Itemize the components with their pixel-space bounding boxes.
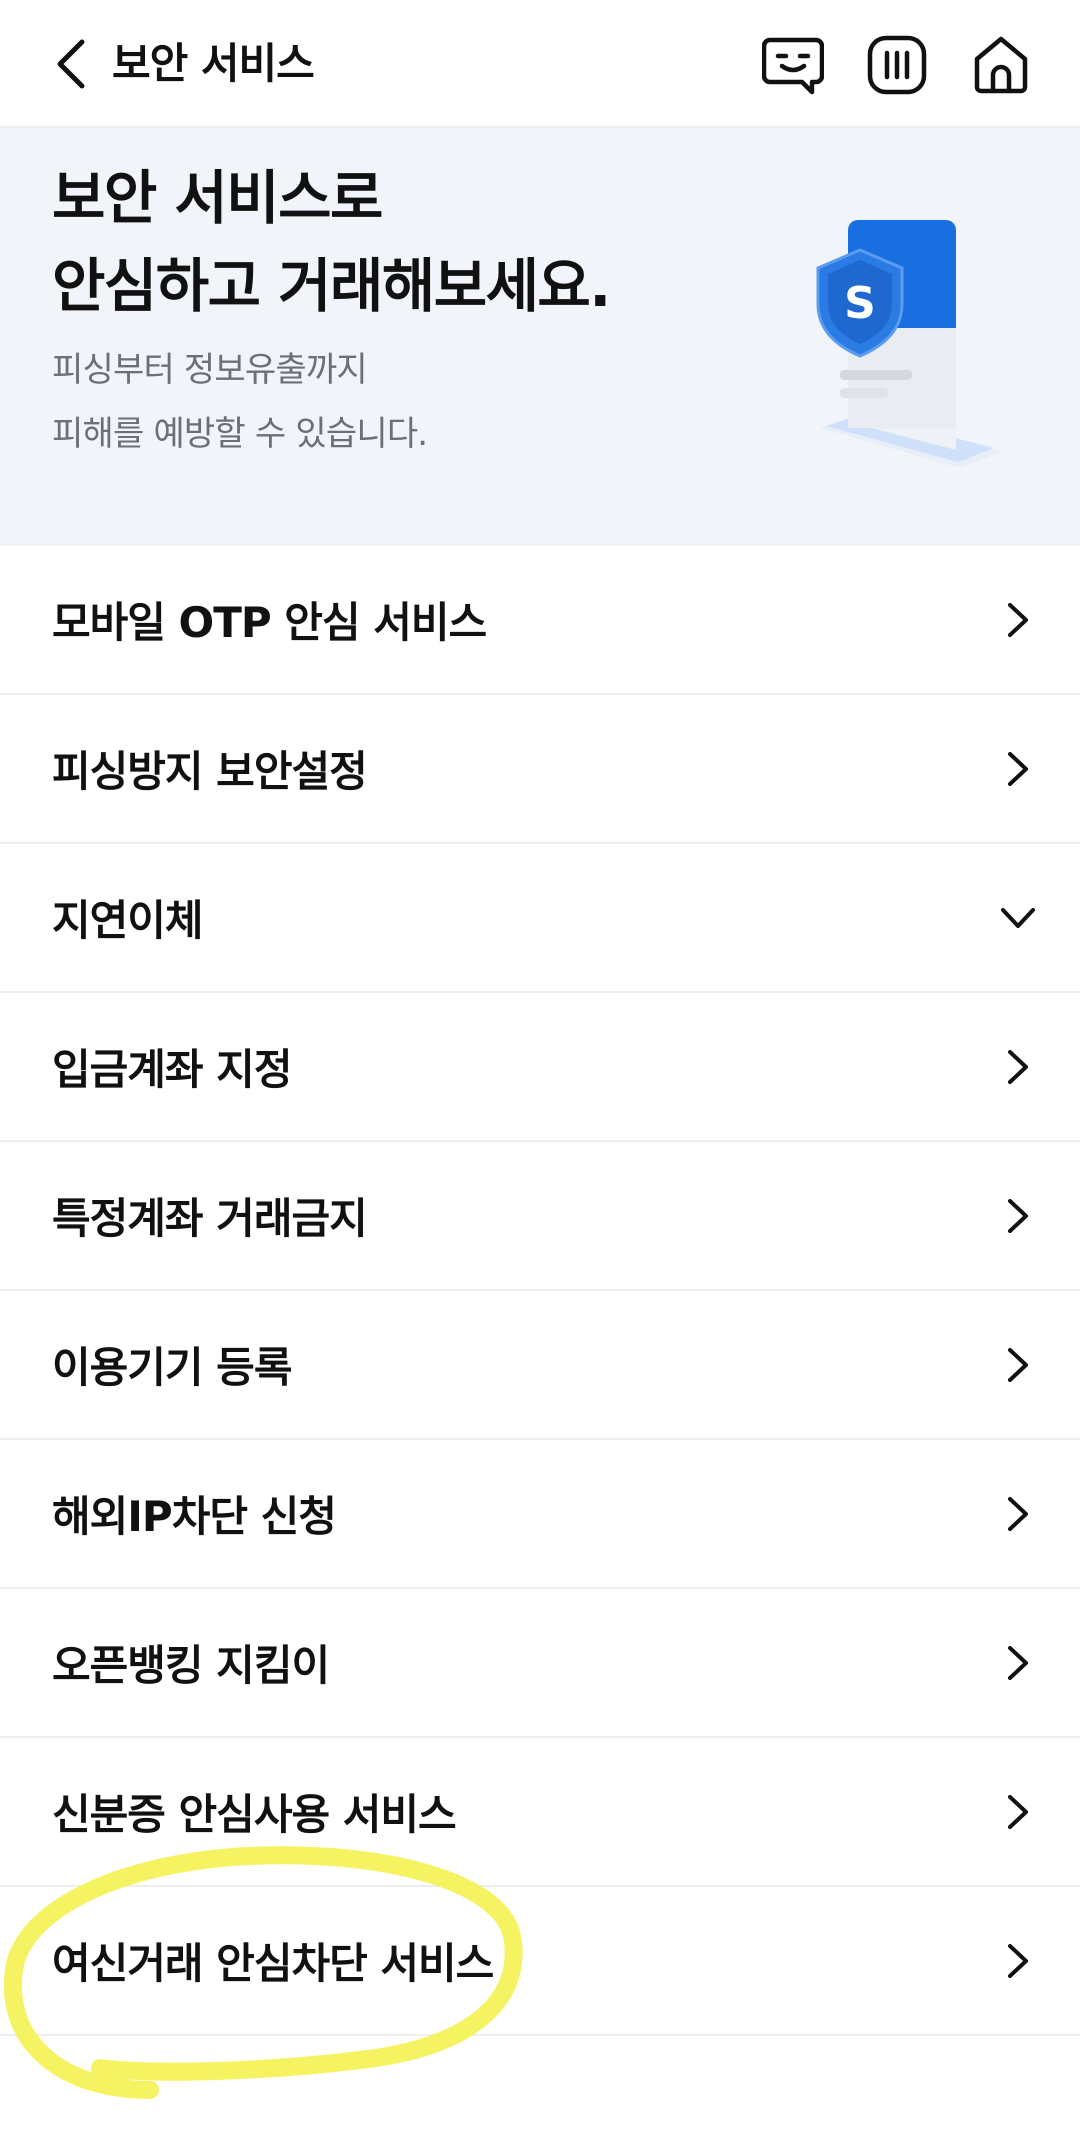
menu-item-label: 모바일 OTP 안심 서비스 bbox=[52, 598, 487, 647]
menu-item-overseas-ip-block[interactable]: 해외IP차단 신청 bbox=[0, 1440, 1080, 1589]
menu-item-label: 해외IP차단 신청 bbox=[52, 1492, 337, 1541]
chevron-right-icon bbox=[994, 1043, 1042, 1091]
chevron-right-icon bbox=[994, 1192, 1042, 1240]
home-button[interactable] bbox=[966, 30, 1036, 100]
chatbot-icon bbox=[762, 37, 824, 95]
chevron-right-icon bbox=[994, 1490, 1042, 1538]
home-icon bbox=[974, 36, 1028, 94]
all-menu-button[interactable] bbox=[862, 30, 932, 100]
menu-item-device-registration[interactable]: 이용기기 등록 bbox=[0, 1291, 1080, 1440]
menu-item-designated-deposit-account[interactable]: 입금계좌 지정 bbox=[0, 993, 1080, 1142]
menu-icon bbox=[867, 35, 927, 95]
menu-item-phishing-prevention[interactable]: 피싱방지 보안설정 bbox=[0, 695, 1080, 844]
menu-item-label: 특정계좌 거래금지 bbox=[52, 1194, 368, 1243]
menu-item-label: 입금계좌 지정 bbox=[52, 1045, 292, 1094]
menu-item-credit-transaction-block[interactable]: 여신거래 안심차단 서비스 bbox=[0, 1887, 1080, 2036]
shield-letter: S bbox=[844, 278, 876, 329]
hero-desc-line-1: 피싱부터 정보유출까지 bbox=[52, 350, 368, 390]
chatbot-button[interactable] bbox=[758, 30, 828, 100]
chevron-right-icon bbox=[994, 1639, 1042, 1687]
back-button[interactable] bbox=[40, 30, 104, 98]
hero-desc-line-2: 피해를 예방할 수 있습니다. bbox=[52, 414, 428, 454]
menu-item-label: 이용기기 등록 bbox=[52, 1343, 292, 1392]
hero-title: 보안 서비스로 안심하고 거래해보세요. bbox=[52, 154, 611, 330]
menu-item-label: 신분증 안심사용 서비스 bbox=[52, 1790, 457, 1839]
menu-item-mobile-otp[interactable]: 모바일 OTP 안심 서비스 bbox=[0, 546, 1080, 695]
chevron-down-icon bbox=[994, 894, 1042, 942]
chevron-right-icon bbox=[994, 1937, 1042, 1985]
page-title: 보안 서비스 bbox=[112, 39, 315, 88]
hero-title-line-1: 보안 서비스로 bbox=[52, 164, 383, 232]
shield-phone-illustration: S bbox=[816, 220, 1000, 468]
top-app-bar: 보안 서비스 bbox=[0, 0, 1080, 128]
menu-item-account-transaction-block[interactable]: 특정계좌 거래금지 bbox=[0, 1142, 1080, 1291]
chevron-right-icon bbox=[994, 1341, 1042, 1389]
chevron-right-icon bbox=[994, 1788, 1042, 1836]
security-menu-list: 모바일 OTP 안심 서비스 피싱방지 보안설정 지연이체 입금계좌 지정 특정… bbox=[0, 546, 1080, 2036]
hero-description: 피싱부터 정보유출까지 피해를 예방할 수 있습니다. bbox=[52, 338, 428, 466]
security-services-screen: 보안 서비스 보안 서비스로 안심하고 거래해보세요. 피싱부터 정보유출까지 … bbox=[0, 0, 1080, 2138]
menu-item-label: 여신거래 안심차단 서비스 bbox=[52, 1939, 494, 1988]
back-icon bbox=[57, 39, 85, 89]
menu-item-delayed-transfer[interactable]: 지연이체 bbox=[0, 844, 1080, 993]
chevron-right-icon bbox=[994, 745, 1042, 793]
menu-item-label: 오픈뱅킹 지킴이 bbox=[52, 1641, 330, 1690]
menu-item-id-safe-use[interactable]: 신분증 안심사용 서비스 bbox=[0, 1738, 1080, 1887]
chevron-right-icon bbox=[994, 596, 1042, 644]
hero-title-line-2: 안심하고 거래해보세요. bbox=[52, 252, 611, 320]
hero-banner: 보안 서비스로 안심하고 거래해보세요. 피싱부터 정보유출까지 피해를 예방할… bbox=[0, 128, 1080, 546]
menu-item-label: 피싱방지 보안설정 bbox=[52, 747, 368, 796]
menu-item-open-banking-guard[interactable]: 오픈뱅킹 지킴이 bbox=[0, 1589, 1080, 1738]
menu-item-label: 지연이체 bbox=[52, 896, 204, 945]
